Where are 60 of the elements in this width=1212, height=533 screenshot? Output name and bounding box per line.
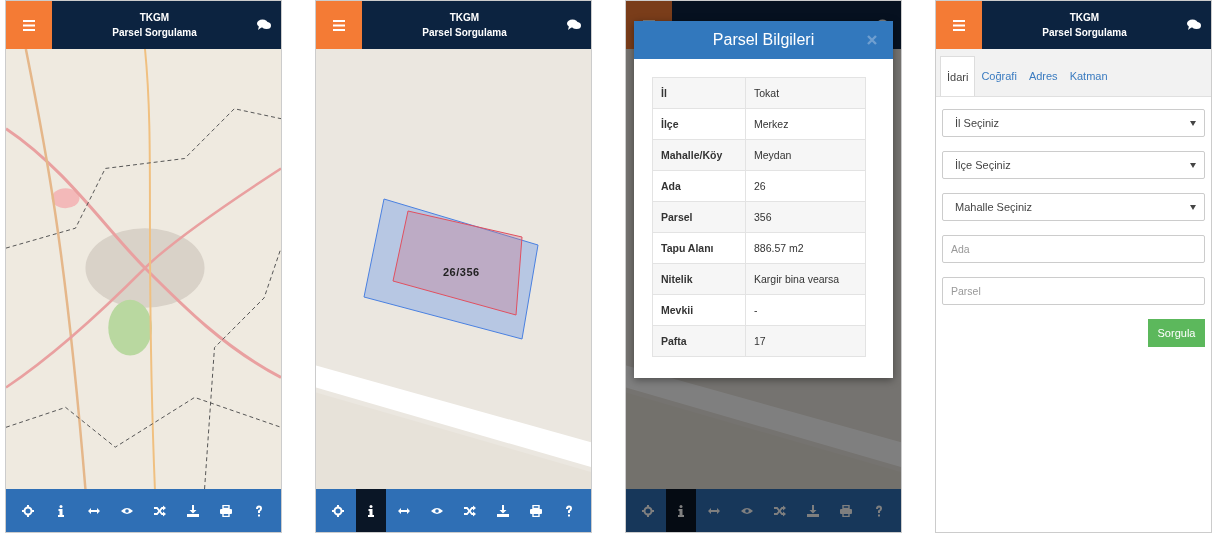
table-cell: Tapu Alanı xyxy=(652,232,746,264)
app-subtitle: Parsel Sorgulama xyxy=(1042,27,1127,38)
table-cell: Tokat xyxy=(745,77,866,109)
table-cell: Nitelik xyxy=(652,263,746,295)
dropdown[interactable]: İl Seçiniz xyxy=(942,109,1205,137)
caret-icon xyxy=(1190,120,1196,126)
shuffle-icon xyxy=(153,504,166,517)
dialog-title: Parsel Bilgileri xyxy=(712,31,815,49)
dropdown[interactable]: Mahalle Seçiniz xyxy=(942,193,1205,221)
table-cell: Mevkii xyxy=(652,294,746,326)
print-icon xyxy=(529,504,542,517)
table-cell: 17 xyxy=(745,325,866,357)
tab[interactable]: İdari xyxy=(940,56,976,96)
tab[interactable]: Coğrafi xyxy=(975,56,1023,96)
print-icon xyxy=(839,504,852,517)
table-cell: Pafta xyxy=(652,325,746,357)
app-subtitle: Parsel Sorgulama xyxy=(422,27,507,38)
table-cell: Ada xyxy=(652,170,746,202)
menu-icon xyxy=(953,19,965,31)
app-title: TKGM xyxy=(449,12,480,23)
locate-icon xyxy=(332,504,345,517)
table-cell: 356 xyxy=(745,201,866,233)
table-cell: İlçe xyxy=(652,108,746,140)
menu-button[interactable] xyxy=(316,1,362,49)
table-cell: Meydan xyxy=(745,139,866,171)
app-subtitle: Parsel Sorgulama xyxy=(112,27,197,38)
menu-icon xyxy=(23,19,35,31)
parcel-label: 26/356 xyxy=(443,266,480,278)
menu-icon xyxy=(333,19,345,31)
table-cell: İl xyxy=(652,77,746,109)
table-cell: 26 xyxy=(745,170,866,202)
menu-button[interactable] xyxy=(936,1,982,49)
shuffle-icon xyxy=(463,504,476,517)
app-title: TKGM xyxy=(1069,12,1100,23)
table-cell: Parsel xyxy=(652,201,746,233)
caret-icon xyxy=(1190,204,1196,210)
dropdown[interactable]: İlçe Seçiniz xyxy=(942,151,1205,179)
caret-icon xyxy=(1190,162,1196,168)
shuffle-icon xyxy=(773,504,786,517)
table-cell: Merkez xyxy=(745,108,866,140)
chat-icon[interactable] xyxy=(257,19,271,31)
table-cell: Mahalle/Köy xyxy=(652,139,746,171)
toolbar-button[interactable] xyxy=(356,489,387,532)
table-cell: 886.57 m2 xyxy=(745,232,866,264)
app-title: TKGM xyxy=(139,12,170,23)
locate-icon xyxy=(642,504,655,517)
chat-icon[interactable] xyxy=(1187,19,1201,31)
locate-icon xyxy=(22,504,35,517)
download-icon xyxy=(806,504,819,517)
download-icon xyxy=(186,504,199,517)
tab[interactable]: Katman xyxy=(1063,56,1114,96)
table-cell: - xyxy=(745,294,866,326)
chat-icon[interactable] xyxy=(567,19,581,31)
tab[interactable]: Adres xyxy=(1022,56,1064,96)
menu-button[interactable] xyxy=(6,1,52,49)
table-cell: Kargir bina vearsa xyxy=(745,263,866,295)
print-icon xyxy=(219,504,232,517)
download-icon xyxy=(496,504,509,517)
input-field[interactable]: Ada xyxy=(942,235,1205,263)
input-field[interactable]: Parsel xyxy=(942,277,1205,305)
